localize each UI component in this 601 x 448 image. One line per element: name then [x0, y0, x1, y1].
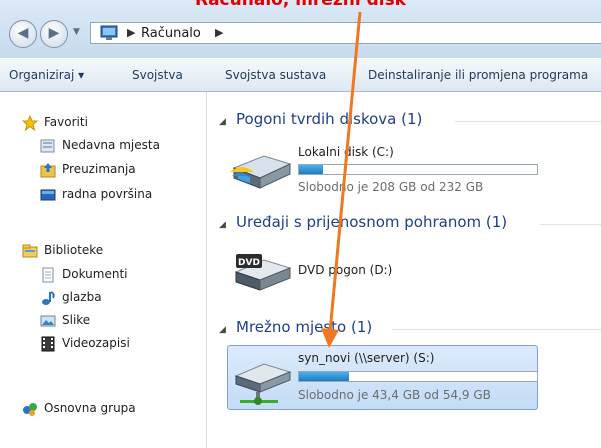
annotation-arrow: [321, 11, 362, 348]
